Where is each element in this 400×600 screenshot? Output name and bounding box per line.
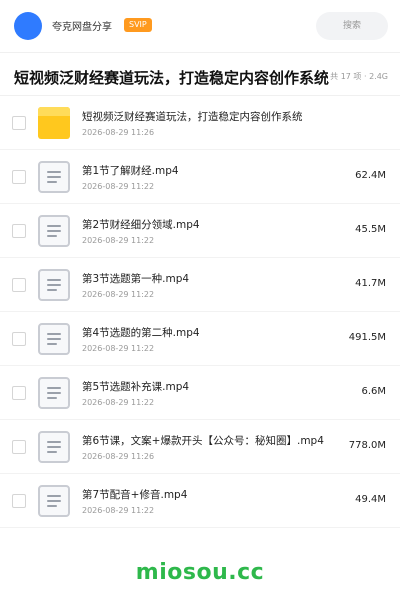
- list-item[interactable]: 第6节课，文案+爆款开头【公众号：秘知圈】.mp4 2026-08-29 11:…: [0, 420, 400, 474]
- file-date: 2026-08-29 11:22: [82, 398, 155, 407]
- file-size: 491.5M: [348, 332, 386, 343]
- row-checkbox[interactable]: [12, 494, 26, 508]
- file-icon: [38, 161, 70, 193]
- page-title: 短视频泛财经赛道玩法，打造稳定内容创作系统: [14, 69, 330, 87]
- list-item[interactable]: 第2节财经细分领域.mp4 2026-08-29 11:22 45.5M: [0, 204, 400, 258]
- row-checkbox[interactable]: [12, 332, 26, 346]
- file-icon: [38, 377, 70, 409]
- watermark: miosou.cc: [135, 560, 265, 585]
- file-icon: [38, 323, 70, 355]
- file-size: 45.5M: [355, 224, 386, 235]
- file-icon: [38, 431, 70, 463]
- file-date: 2026-08-29 11:22: [82, 344, 155, 353]
- file-name: 第2节财经细分领域.mp4: [82, 219, 200, 231]
- file-name: 短视频泛财经赛道玩法，打造稳定内容创作系统: [82, 111, 303, 123]
- row-checkbox[interactable]: [12, 386, 26, 400]
- folder-icon: [38, 107, 70, 139]
- file-list: 短视频泛财经赛道玩法，打造稳定内容创作系统 2026-08-29 11:26 第…: [0, 96, 400, 528]
- file-date: 2026-08-29 11:22: [82, 506, 155, 515]
- file-date: 2026-08-29 11:26: [82, 452, 155, 461]
- file-date: 2026-08-29 11:22: [82, 236, 155, 245]
- share-name: 夸克网盘分享: [52, 22, 112, 33]
- file-name: 第5节选题补充课.mp4: [82, 381, 190, 393]
- row-checkbox[interactable]: [12, 116, 26, 130]
- header: 夸克网盘分享 SVIP 搜索: [0, 0, 400, 52]
- file-icon: [38, 269, 70, 301]
- file-icon: [38, 215, 70, 247]
- list-item[interactable]: 第5节选题补充课.mp4 2026-08-29 11:22 6.6M: [0, 366, 400, 420]
- file-size: 778.0M: [348, 440, 386, 451]
- file-size: 62.4M: [355, 170, 386, 181]
- avatar[interactable]: [14, 12, 42, 40]
- file-name: 第1节了解财经.mp4: [82, 165, 179, 177]
- row-checkbox[interactable]: [12, 440, 26, 454]
- file-date: 2026-08-29 11:26: [82, 128, 155, 137]
- file-name: 第6节课，文案+爆款开头【公众号：秘知圈】.mp4: [82, 435, 324, 447]
- list-item[interactable]: 短视频泛财经赛道玩法，打造稳定内容创作系统 2026-08-29 11:26: [0, 96, 400, 150]
- file-size: 41.7M: [355, 278, 386, 289]
- file-name: 第4节选题的第二种.mp4: [82, 327, 200, 339]
- list-item[interactable]: 第4节选题的第二种.mp4 2026-08-29 11:22 491.5M: [0, 312, 400, 366]
- list-item[interactable]: 第1节了解财经.mp4 2026-08-29 11:22 62.4M: [0, 150, 400, 204]
- list-item[interactable]: 第3节选题第一种.mp4 2026-08-29 11:22 41.7M: [0, 258, 400, 312]
- row-checkbox[interactable]: [12, 278, 26, 292]
- file-size: 49.4M: [355, 494, 386, 505]
- file-name: 第7节配音+修音.mp4: [82, 489, 188, 501]
- file-size: 6.6M: [361, 386, 386, 397]
- search-button[interactable]: 搜索: [316, 12, 388, 40]
- item-count: 共 17 项 · 2.4G: [328, 71, 388, 82]
- row-checkbox[interactable]: [12, 224, 26, 238]
- title-bar: 短视频泛财经赛道玩法，打造稳定内容创作系统 共 17 项 · 2.4G: [0, 52, 400, 96]
- file-date: 2026-08-29 11:22: [82, 290, 155, 299]
- svip-badge: SVIP: [124, 18, 152, 32]
- file-icon: [38, 485, 70, 517]
- row-checkbox[interactable]: [12, 170, 26, 184]
- file-name: 第3节选题第一种.mp4: [82, 273, 190, 285]
- list-item[interactable]: 第7节配音+修音.mp4 2026-08-29 11:22 49.4M: [0, 474, 400, 528]
- file-date: 2026-08-29 11:22: [82, 182, 155, 191]
